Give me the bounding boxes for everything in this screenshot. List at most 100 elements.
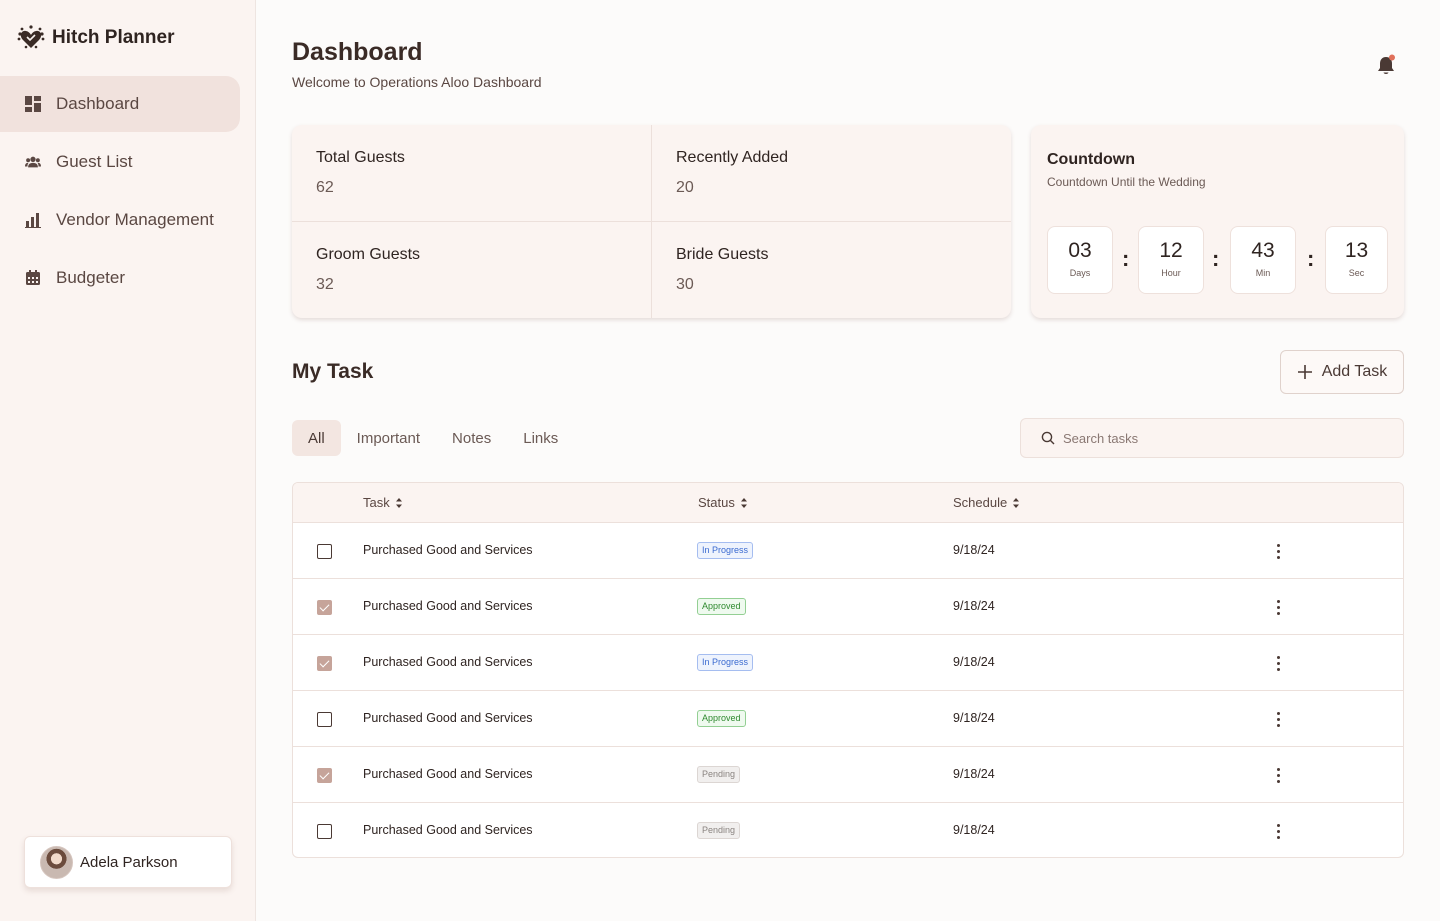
tab-links[interactable]: Links [507, 420, 574, 456]
sidebar-item-label: Guest List [56, 152, 133, 171]
more-options-icon[interactable] [1271, 653, 1285, 673]
table-row: Purchased Good and Services Approved 9/1… [293, 691, 1403, 747]
sort-icon [395, 497, 402, 508]
status-badge: Approved [697, 598, 746, 615]
sidebar-item-guest-list[interactable]: Guest List [0, 134, 240, 190]
status-badge: In Progress [697, 654, 754, 671]
task-tabs: All Important Notes Links [292, 420, 574, 456]
countdown-separator: : [1122, 246, 1130, 271]
table-header: Task Status Schedule [293, 483, 1403, 523]
brand[interactable]: Hitch Planner [16, 24, 174, 52]
stat-label: Recently Added [676, 149, 789, 166]
guest-stats-card: Total Guests 62 Recently Added 20 Groom … [292, 125, 1011, 318]
table-row: Purchased Good and Services Approved 9/1… [293, 579, 1403, 635]
task-schedule: 9/18/24 [953, 655, 995, 669]
user-profile-card[interactable]: Adela Parkson [24, 836, 232, 888]
add-task-button[interactable]: Add Task [1280, 350, 1404, 394]
sidebar-item-budgeter[interactable]: Budgeter [0, 250, 240, 306]
task-schedule: 9/18/24 [953, 543, 995, 557]
stat-recently-added: Recently Added 20 [651, 125, 1011, 221]
stat-label: Groom Guests [316, 246, 421, 263]
stat-groom-guests: Groom Guests 32 [292, 221, 651, 318]
column-label: Task [363, 495, 390, 510]
search-icon [1041, 431, 1055, 445]
task-name: Purchased Good and Services [363, 543, 533, 557]
column-header-status[interactable]: Status [698, 495, 748, 510]
tab-notes[interactable]: Notes [436, 420, 507, 456]
countdown-days: 03 Days [1047, 226, 1113, 294]
countdown-value: 03 [1068, 239, 1092, 262]
tab-all[interactable]: All [292, 420, 341, 456]
column-label: Status [698, 495, 735, 510]
stat-total-guests: Total Guests 62 [292, 125, 651, 221]
countdown-value: 43 [1251, 239, 1275, 262]
table-row: Purchased Good and Services In Progress … [293, 523, 1403, 579]
more-options-icon[interactable] [1271, 541, 1285, 561]
calendar-icon [26, 270, 40, 285]
sidebar-item-label: Dashboard [56, 94, 140, 113]
more-options-icon[interactable] [1271, 821, 1285, 841]
more-options-icon[interactable] [1271, 765, 1285, 785]
page-title: Dashboard [292, 38, 423, 66]
app-name: Hitch Planner [52, 27, 175, 48]
stat-label: Total Guests [316, 149, 405, 166]
table-row: Purchased Good and Services In Progress … [293, 635, 1403, 691]
stat-value: 20 [676, 179, 694, 196]
sidebar: Hitch Planner Dashboard Guest List Vendo… [0, 0, 256, 921]
heart-wreath-icon [17, 25, 45, 49]
status-badge: Pending [697, 822, 741, 839]
bar-chart-icon [25, 213, 41, 228]
task-schedule: 9/18/24 [953, 599, 995, 613]
countdown-value: 12 [1159, 239, 1183, 262]
stat-bride-guests: Bride Guests 30 [651, 221, 1011, 318]
stat-label: Bride Guests [676, 246, 769, 263]
status-badge: Pending [697, 766, 741, 783]
sort-icon [1013, 497, 1020, 508]
countdown-value: 13 [1344, 239, 1369, 262]
countdown-separator: : [1307, 246, 1315, 271]
countdown-unit: Days [1069, 268, 1091, 278]
search-box [1020, 418, 1404, 458]
row-checkbox[interactable] [317, 600, 332, 615]
countdown-unit: Hour [1161, 268, 1181, 278]
countdown-card: Countdown Countdown Until the Wedding 03… [1031, 125, 1404, 318]
search-input[interactable] [1063, 430, 1363, 446]
notification-bell-icon[interactable] [1376, 54, 1396, 76]
status-badge: In Progress [697, 542, 754, 559]
dashboard-icon [25, 96, 41, 112]
task-name: Purchased Good and Services [363, 711, 533, 725]
stat-value: 62 [316, 179, 334, 196]
countdown-minutes: 43 Min [1230, 226, 1296, 294]
row-checkbox[interactable] [317, 712, 332, 727]
more-options-icon[interactable] [1271, 597, 1285, 617]
sidebar-item-label: Budgeter [56, 268, 125, 287]
task-name: Purchased Good and Services [363, 655, 533, 669]
avatar [40, 845, 73, 879]
countdown-separator: : [1212, 246, 1220, 271]
task-schedule: 9/18/24 [953, 823, 995, 837]
sidebar-item-label: Vendor Management [56, 210, 214, 229]
tab-important[interactable]: Important [341, 420, 436, 456]
sidebar-item-dashboard[interactable]: Dashboard [0, 76, 240, 132]
task-schedule: 9/18/24 [953, 767, 995, 781]
user-name: Adela Parkson [80, 853, 178, 871]
plus-icon [1297, 365, 1312, 379]
row-checkbox[interactable] [317, 768, 332, 783]
countdown-subtitle: Countdown Until the Wedding [1047, 175, 1206, 189]
row-checkbox[interactable] [317, 544, 332, 559]
column-label: Schedule [953, 495, 1008, 510]
sidebar-item-vendor-management[interactable]: Vendor Management [0, 192, 240, 248]
column-header-task[interactable]: Task [363, 495, 403, 510]
table-row: Purchased Good and Services Pending 9/18… [293, 803, 1403, 857]
column-header-schedule[interactable]: Schedule [953, 495, 1020, 510]
row-checkbox[interactable] [317, 656, 332, 671]
section-title: My Task [292, 360, 374, 383]
task-table: Task Status Schedule Purchased Good and … [292, 482, 1404, 858]
stat-value: 30 [676, 276, 694, 293]
countdown-unit: Sec [1348, 268, 1365, 278]
countdown-title: Countdown [1047, 151, 1135, 168]
row-checkbox[interactable] [317, 824, 332, 839]
more-options-icon[interactable] [1271, 709, 1285, 729]
guests-icon [25, 156, 41, 168]
countdown-seconds: 13 Sec [1325, 226, 1388, 294]
